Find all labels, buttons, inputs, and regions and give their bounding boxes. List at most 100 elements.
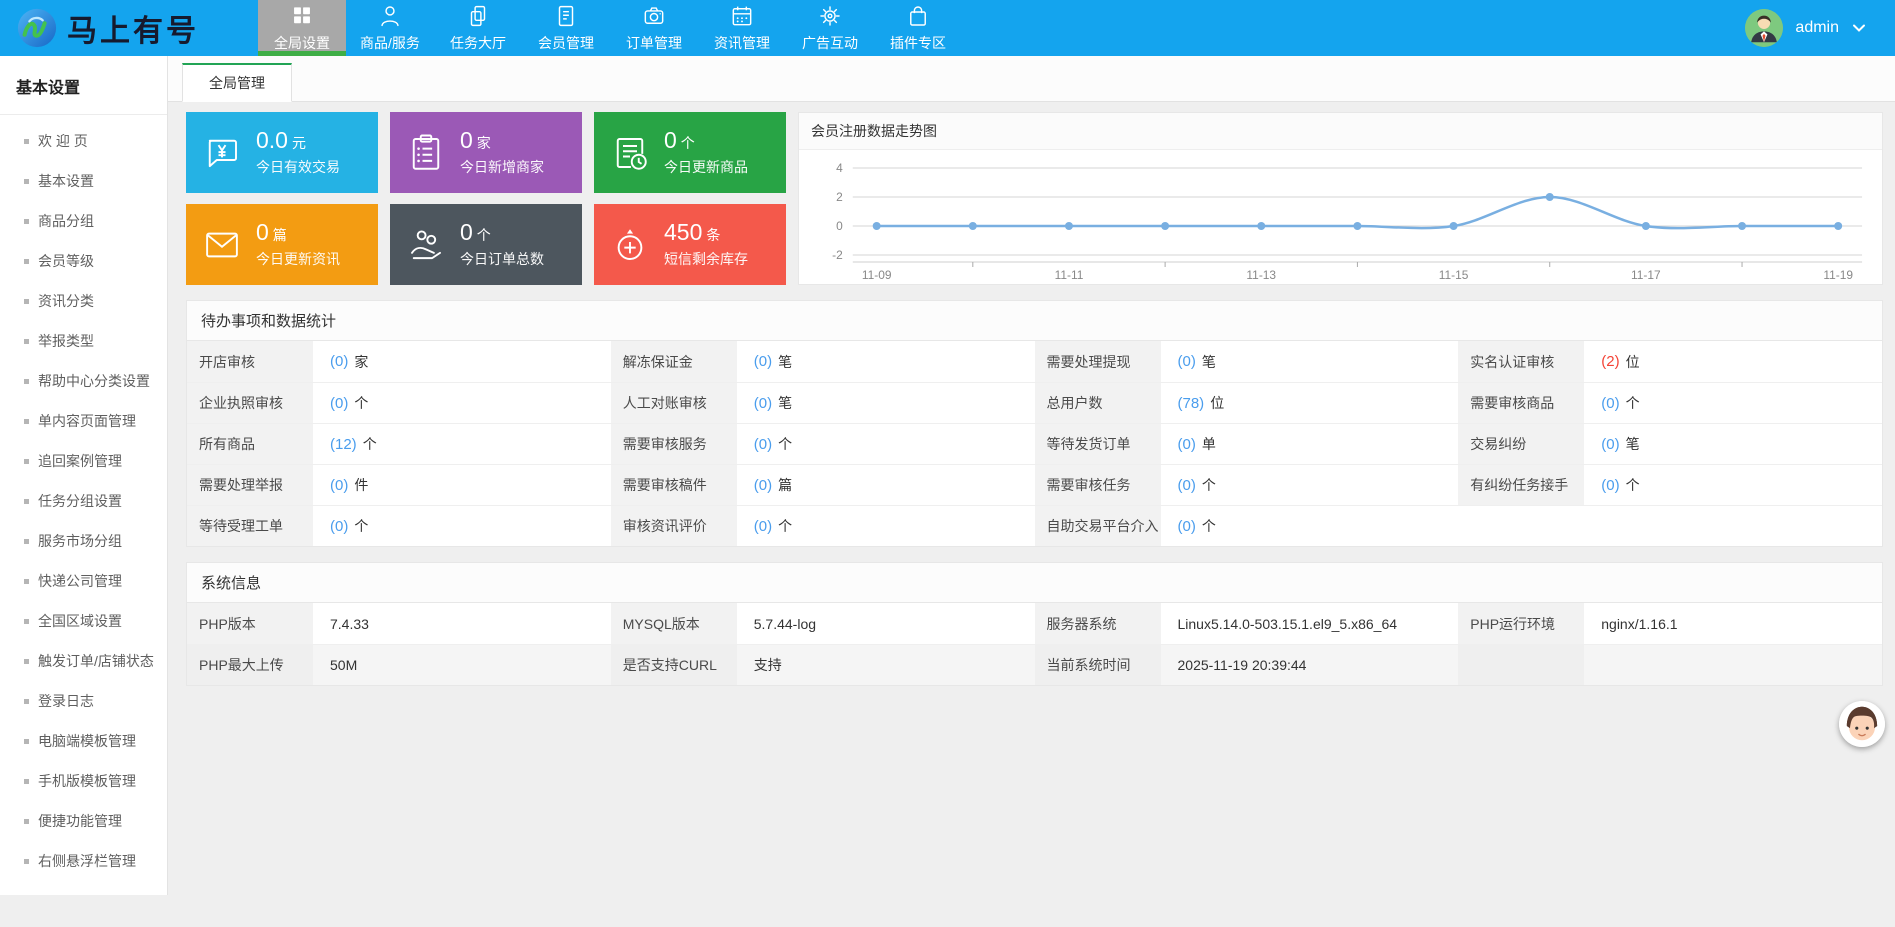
sidebar-item-3[interactable]: 会员等级 bbox=[0, 241, 167, 281]
nav-item-3[interactable]: 会员管理 bbox=[522, 0, 610, 56]
nav-item-label: 任务大厅 bbox=[450, 33, 506, 53]
todo-count-link[interactable]: (0) bbox=[1601, 477, 1619, 494]
svg-text:11-19: 11-19 bbox=[1823, 268, 1853, 282]
sidebar-item-label: 全国区域设置 bbox=[38, 611, 122, 631]
sidebar-item-9[interactable]: 任务分组设置 bbox=[0, 481, 167, 521]
card-number: 0 bbox=[664, 127, 677, 153]
nav-item-0[interactable]: 全局设置 bbox=[258, 0, 346, 56]
registration-trend-chart: 420-211-0911-1111-1311-1511-1711-19 bbox=[799, 150, 1882, 284]
sidebar-item-10[interactable]: 服务市场分组 bbox=[0, 521, 167, 561]
todo-count-link[interactable]: (0) bbox=[1178, 518, 1196, 535]
sidebar-item-13[interactable]: 触发订单/店铺状态 bbox=[0, 641, 167, 681]
user-menu[interactable]: admin bbox=[1745, 0, 1895, 56]
sidebar-item-6[interactable]: 帮助中心分类设置 bbox=[0, 361, 167, 401]
todo-label: 解冻保证金 bbox=[611, 341, 737, 382]
nav-item-1[interactable]: 商品/服务 bbox=[346, 0, 434, 56]
sidebar-item-label: 商品分组 bbox=[38, 211, 94, 231]
todo-label: 等待发货订单 bbox=[1035, 423, 1161, 464]
todo-label: 开店审核 bbox=[187, 341, 313, 382]
customer-service-button[interactable] bbox=[1839, 701, 1885, 747]
bullet-icon bbox=[24, 379, 29, 384]
sidebar-item-label: 登录日志 bbox=[38, 691, 94, 711]
sidebar-item-2[interactable]: 商品分组 bbox=[0, 201, 167, 241]
sidebar-item-0[interactable]: 欢 迎 页 bbox=[0, 121, 167, 161]
todo-unit: 件 bbox=[354, 475, 368, 495]
sidebar-item-11[interactable]: 快递公司管理 bbox=[0, 561, 167, 601]
todo-count-link[interactable]: (0) bbox=[330, 395, 348, 412]
todo-count-link[interactable]: (0) bbox=[330, 518, 348, 535]
todo-label: 等待受理工单 bbox=[187, 505, 313, 546]
sidebar-item-16[interactable]: 手机版模板管理 bbox=[0, 761, 167, 801]
stat-card-0: 0.0元今日有效交易 bbox=[186, 112, 378, 193]
user-avatar-icon bbox=[1745, 9, 1783, 47]
todo-count-link[interactable]: (0) bbox=[330, 477, 348, 494]
sidebar-item-18[interactable]: 右侧悬浮栏管理 bbox=[0, 841, 167, 881]
todo-label: 实名认证审核 bbox=[1458, 341, 1584, 382]
card-label: 今日更新资讯 bbox=[256, 249, 340, 269]
sidebar-item-12[interactable]: 全国区域设置 bbox=[0, 601, 167, 641]
nav-item-6[interactable]: 广告互动 bbox=[786, 0, 874, 56]
todo-count-link[interactable]: (0) bbox=[1178, 436, 1196, 453]
card-text: 0家今日新增商家 bbox=[460, 128, 544, 177]
todo-count-link[interactable]: (78) bbox=[1178, 395, 1205, 412]
bullet-icon bbox=[24, 819, 29, 824]
doc-clock-icon bbox=[609, 132, 651, 174]
tab-global-management[interactable]: 全局管理 bbox=[182, 63, 292, 102]
grid-icon bbox=[289, 3, 315, 29]
bullet-icon bbox=[24, 739, 29, 744]
todo-unit: 位 bbox=[1626, 352, 1640, 372]
bullet-icon bbox=[24, 619, 29, 624]
todo-unit: 个 bbox=[778, 516, 792, 536]
camera-icon bbox=[641, 3, 667, 29]
sidebar-item-8[interactable]: 追回案例管理 bbox=[0, 441, 167, 481]
sidebar-item-5[interactable]: 举报类型 bbox=[0, 321, 167, 361]
todo-count-link[interactable]: (0) bbox=[754, 518, 772, 535]
bullet-icon bbox=[24, 579, 29, 584]
todo-count-link[interactable]: (0) bbox=[754, 353, 772, 370]
bullet-icon bbox=[24, 659, 29, 664]
sidebar-item-1[interactable]: 基本设置 bbox=[0, 161, 167, 201]
sidebar-item-15[interactable]: 电脑端模板管理 bbox=[0, 721, 167, 761]
chevron-down-icon bbox=[1851, 20, 1867, 36]
nav-item-5[interactable]: 资讯管理 bbox=[698, 0, 786, 56]
todo-count-link[interactable]: (0) bbox=[1178, 477, 1196, 494]
sidebar-item-4[interactable]: 资讯分类 bbox=[0, 281, 167, 321]
todo-value: (0)个 bbox=[313, 505, 611, 546]
card-label: 短信剩余库存 bbox=[664, 249, 748, 269]
nav-item-2[interactable]: 任务大厅 bbox=[434, 0, 522, 56]
todo-count-link[interactable]: (0) bbox=[754, 436, 772, 453]
todo-count-link[interactable]: (0) bbox=[330, 353, 348, 370]
bullet-icon bbox=[24, 499, 29, 504]
nav-item-label: 订单管理 bbox=[626, 33, 682, 53]
sidebar-item-7[interactable]: 单内容页面管理 bbox=[0, 401, 167, 441]
sysinfo-label: PHP运行环境 bbox=[1458, 603, 1584, 644]
card-text: 0个今日更新商品 bbox=[664, 128, 748, 177]
sidebar-item-17[interactable]: 便捷功能管理 bbox=[0, 801, 167, 841]
todo-count-link[interactable]: (0) bbox=[1178, 353, 1196, 370]
todo-count-link[interactable]: (2) bbox=[1601, 353, 1619, 370]
todo-count-link[interactable]: (0) bbox=[1601, 436, 1619, 453]
todo-label: 需要审核服务 bbox=[611, 423, 737, 464]
stat-cards: 0.0元今日有效交易0家今日新增商家0个今日更新商品0篇今日更新资讯0个今日订单… bbox=[186, 112, 786, 285]
sysinfo-value: Linux5.14.0-503.15.1.el9_5.x86_64 bbox=[1161, 603, 1459, 644]
todo-unit: 笔 bbox=[778, 393, 792, 413]
todo-count-link[interactable]: (0) bbox=[754, 395, 772, 412]
todo-label: 企业执照审核 bbox=[187, 382, 313, 423]
nav-item-4[interactable]: 订单管理 bbox=[610, 0, 698, 56]
copy-icon bbox=[465, 3, 491, 29]
bullet-icon bbox=[24, 699, 29, 704]
app-logo[interactable]: 马上有号 bbox=[0, 0, 258, 56]
sidebar-item-14[interactable]: 登录日志 bbox=[0, 681, 167, 721]
todo-value bbox=[1584, 505, 1882, 546]
todo-count-link[interactable]: (12) bbox=[330, 436, 357, 453]
todo-value: (0)家 bbox=[313, 341, 611, 382]
todo-label: 需要处理提现 bbox=[1035, 341, 1161, 382]
stat-card-5: 450条短信剩余库存 bbox=[594, 204, 786, 285]
card-unit: 条 bbox=[706, 227, 720, 243]
nav-item-7[interactable]: 插件专区 bbox=[874, 0, 962, 56]
todo-count-link[interactable]: (0) bbox=[1601, 395, 1619, 412]
chart-title: 会员注册数据走势图 bbox=[799, 113, 1882, 150]
bullet-icon bbox=[24, 139, 29, 144]
todo-count-link[interactable]: (0) bbox=[754, 477, 772, 494]
todo-label: 所有商品 bbox=[187, 423, 313, 464]
